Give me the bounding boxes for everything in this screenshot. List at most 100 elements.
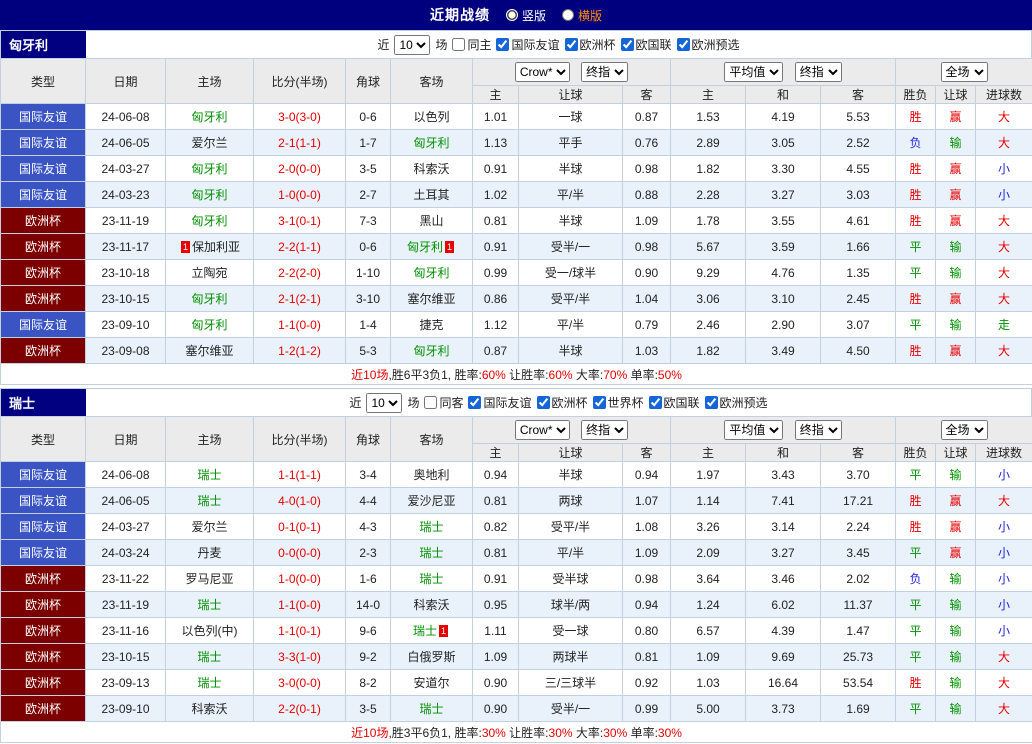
- handicap-result-cell: 输: [935, 129, 977, 156]
- ah-line-cell: 平/半: [518, 181, 623, 208]
- eu-away-odds-cell: 5.53: [820, 103, 897, 130]
- ah-line-cell: 受半球: [518, 565, 623, 592]
- corner-cell: 1-7: [345, 129, 391, 156]
- final-odds-select[interactable]: 终指: [581, 62, 629, 82]
- summary-segment: 50%: [657, 367, 682, 382]
- same-venue-option[interactable]: 同主: [452, 36, 491, 53]
- home-team-cell: 匈牙利: [165, 311, 254, 338]
- away-team-cell: 爱沙尼亚: [390, 487, 473, 514]
- scope-controls: 全场: [895, 58, 1032, 86]
- eu-draw-odds-cell: 7.41: [745, 487, 822, 514]
- horizontal-radio-input[interactable]: [562, 9, 574, 21]
- goals-result-cell: 大: [975, 207, 1032, 234]
- result-cell: 胜: [895, 669, 937, 696]
- eu-final-odds-select[interactable]: 终指: [794, 420, 842, 440]
- col-ah-home: 主: [472, 85, 519, 104]
- home-team-cell: 瑞士: [165, 669, 254, 696]
- goals-result-cell: 小: [975, 591, 1032, 618]
- league-checkbox[interactable]: [676, 38, 690, 51]
- eu-final-odds-select[interactable]: 终指: [794, 62, 842, 82]
- team-section-switzerland: 瑞士 近 10 场同客 国际友谊 欧洲杯 世界杯 欧国联 欧洲预选 类型 日期 主场 比分(半…: [0, 388, 1032, 743]
- eu-average-select[interactable]: 平均值: [724, 62, 784, 82]
- home-team-name: 以色列(中): [181, 624, 238, 638]
- bookmaker-select[interactable]: Crow*: [514, 420, 570, 440]
- bookmaker-select[interactable]: Crow*: [514, 62, 570, 82]
- league-filter-option[interactable]: 世界杯: [592, 394, 644, 411]
- match-type-cell: 国际友谊: [0, 103, 86, 130]
- score-cell: 2-1(1-1): [253, 129, 346, 156]
- match-type-cell: 欧洲杯: [0, 617, 86, 644]
- goals-result-cell: 小: [975, 155, 1032, 182]
- match-date-cell: 24-06-05: [85, 487, 166, 514]
- league-filter-option[interactable]: 欧洲杯: [564, 36, 616, 53]
- match-date-cell: 23-11-19: [85, 591, 166, 618]
- corner-cell: 9-2: [345, 643, 391, 670]
- match-row: 国际友谊 24-03-27 爱尔兰 0-1(0-1) 4-3 瑞士 0.82 受平/半 1.08…: [0, 513, 1032, 540]
- result-cell: 胜: [895, 207, 937, 234]
- ah-line-cell: 半球: [518, 155, 623, 182]
- summary-text: 近10场,胜6平3负1, 胜率:60% 让胜率:60% 大率:70% 单率:50…: [0, 363, 1032, 385]
- eu-home-odds-cell: 5.00: [670, 695, 747, 722]
- same-venue-checkbox[interactable]: [424, 396, 438, 409]
- eu-draw-odds-cell: 4.39: [745, 617, 822, 644]
- match-scope-select[interactable]: 全场: [940, 62, 988, 82]
- league-checkbox[interactable]: [468, 396, 482, 409]
- score-cell: 3-0(3-0): [253, 103, 346, 130]
- league-filter-option[interactable]: 欧国联: [620, 36, 672, 53]
- goals-result-cell: 大: [975, 487, 1032, 514]
- eu-away-odds-cell: 3.07: [820, 311, 897, 338]
- col-type: 类型: [0, 416, 86, 462]
- layout-horizontal-option[interactable]: 横版: [562, 7, 602, 24]
- ah-away-odds-cell: 0.80: [621, 617, 672, 644]
- league-checkbox[interactable]: [496, 38, 510, 51]
- league-checkbox[interactable]: [648, 396, 662, 409]
- vertical-radio-input[interactable]: [505, 9, 518, 21]
- league-checkbox[interactable]: [536, 396, 550, 409]
- recent-count-select[interactable]: 10: [394, 34, 431, 55]
- handicap-result-cell: 赢: [935, 513, 977, 540]
- league-checkbox[interactable]: [564, 38, 578, 51]
- league-filter-option[interactable]: 国际友谊: [468, 394, 532, 411]
- home-team-name: 匈牙利: [191, 162, 228, 176]
- layout-vertical-option[interactable]: 竖版: [505, 7, 546, 24]
- away-team-name: 科索沃: [413, 598, 450, 612]
- result-cell: 平: [895, 259, 937, 286]
- recent-count-select[interactable]: 10: [366, 392, 403, 413]
- final-odds-select[interactable]: 终指: [581, 420, 629, 440]
- corner-cell: 7-3: [345, 207, 391, 234]
- league-checkbox[interactable]: [704, 396, 718, 409]
- summary-segment: ,胜3平6负1, 胜率:: [388, 725, 482, 740]
- col-score: 比分(半场): [253, 58, 346, 104]
- league-filter-option[interactable]: 国际友谊: [496, 36, 560, 53]
- goals-result-cell: 大: [975, 129, 1032, 156]
- league-filter-option[interactable]: 欧洲预选: [676, 36, 740, 53]
- league-checkbox[interactable]: [592, 396, 606, 409]
- same-venue-checkbox[interactable]: [452, 38, 466, 51]
- league-filter-option[interactable]: 欧国联: [648, 394, 700, 411]
- league-filter-option[interactable]: 欧洲预选: [704, 394, 768, 411]
- ah-away-odds-cell: 1.08: [621, 513, 672, 540]
- ah-home-odds-cell: 0.99: [472, 259, 519, 286]
- red-card-badge: 1: [439, 625, 448, 637]
- home-team-name: 瑞士: [197, 676, 222, 690]
- eu-away-odds-cell: 2.02: [820, 565, 897, 592]
- asian-odds-controls: Crow* 终指: [471, 58, 672, 86]
- ah-line-cell: 两球半: [518, 643, 623, 670]
- score-cell: 1-0(0-0): [253, 565, 346, 592]
- same-venue-option[interactable]: 同客: [424, 394, 463, 411]
- away-team-cell: 黑山: [390, 207, 473, 234]
- league-checkbox[interactable]: [620, 38, 634, 51]
- col-away: 客场: [390, 416, 473, 462]
- home-team-cell: 匈牙利: [165, 155, 254, 182]
- league-filter-option[interactable]: 欧洲杯: [536, 394, 588, 411]
- ah-home-odds-cell: 1.12: [472, 311, 519, 338]
- match-scope-select[interactable]: 全场: [940, 420, 988, 440]
- eu-home-odds-cell: 1.53: [670, 103, 747, 130]
- score-cell: 1-1(0-0): [253, 311, 346, 338]
- eu-average-select[interactable]: 平均值: [724, 420, 784, 440]
- eu-draw-odds-cell: 4.19: [745, 103, 822, 130]
- match-type-cell: 国际友谊: [0, 129, 86, 156]
- home-team-name: 匈牙利: [191, 214, 228, 228]
- goals-result-cell: 走: [975, 311, 1032, 338]
- handicap-result-cell: 赢: [935, 285, 977, 312]
